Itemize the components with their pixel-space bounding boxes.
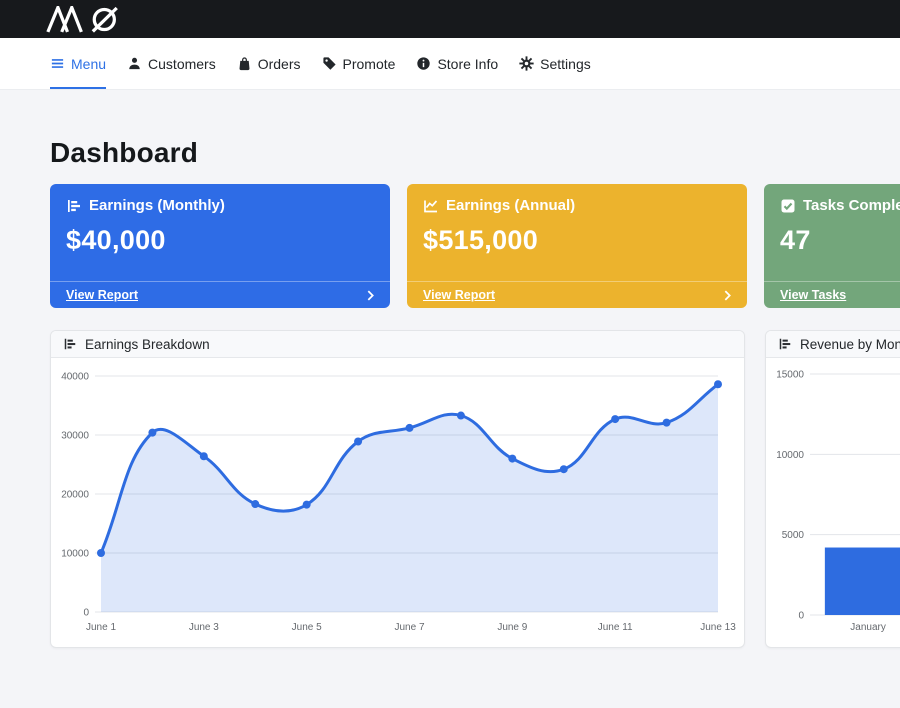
bag-icon xyxy=(237,56,252,71)
stat-card-title-row: Tasks Completed xyxy=(780,197,900,214)
svg-text:June 5: June 5 xyxy=(292,622,322,633)
view-report-link[interactable]: View Report xyxy=(423,288,495,302)
stat-card-value: 47 xyxy=(780,225,900,256)
stat-card-value: $515,000 xyxy=(423,225,731,256)
stat-card-title: Tasks Completed xyxy=(803,197,900,214)
stat-card-footer: View Report xyxy=(407,281,747,308)
svg-text:June 1: June 1 xyxy=(86,622,116,633)
nav-item-promote[interactable]: Promote xyxy=(322,38,396,89)
svg-text:0: 0 xyxy=(83,608,89,619)
stat-card-value: $40,000 xyxy=(66,225,374,256)
stat-card-title: Earnings (Monthly) xyxy=(89,197,225,214)
svg-text:5000: 5000 xyxy=(782,530,805,541)
chart-card-header: Revenue by Month xyxy=(766,331,900,358)
nav-item-label: Orders xyxy=(258,56,301,72)
chevron-right-icon[interactable] xyxy=(724,290,731,301)
svg-text:10000: 10000 xyxy=(61,549,89,560)
revenue-by-month-chart: 0 5000 10000 15000 January xyxy=(766,358,900,648)
stat-card-earnings-monthly: Earnings (Monthly) $40,000 View Report xyxy=(50,184,390,308)
info-icon xyxy=(416,56,431,71)
nav-item-menu[interactable]: Menu xyxy=(50,38,106,89)
revenue-by-month-card: Revenue by Month 0 5000 10000 15000 January xyxy=(765,330,900,648)
stat-card-body: Earnings (Annual) $515,000 xyxy=(407,184,747,281)
nav-item-label: Store Info xyxy=(437,56,498,72)
stat-card-footer: View Report xyxy=(50,281,390,308)
stat-card-title-row: Earnings (Annual) xyxy=(423,197,731,214)
main-nav: Menu Customers Orders Promote Store Info xyxy=(0,38,900,90)
nav-item-store-info[interactable]: Store Info xyxy=(416,38,498,89)
svg-text:June 13: June 13 xyxy=(700,622,736,633)
nav-item-label: Customers xyxy=(148,56,216,72)
svg-text:40000: 40000 xyxy=(61,372,89,383)
stat-card-title: Earnings (Annual) xyxy=(446,197,575,214)
svg-text:15000: 15000 xyxy=(776,370,804,381)
svg-text:June 7: June 7 xyxy=(394,622,424,633)
stat-card-title-row: Earnings (Monthly) xyxy=(66,197,374,214)
stat-card-footer: View Tasks xyxy=(764,281,900,308)
svg-text:June 3: June 3 xyxy=(189,622,219,633)
svg-text:January: January xyxy=(850,622,886,633)
line-chart-icon xyxy=(423,198,439,214)
view-tasks-link[interactable]: View Tasks xyxy=(780,288,846,302)
stat-card-body: Earnings (Monthly) $40,000 xyxy=(50,184,390,281)
bar-chart-icon xyxy=(63,337,77,351)
chart-title: Earnings Breakdown xyxy=(85,337,210,352)
view-report-link[interactable]: View Report xyxy=(66,288,138,302)
stat-cards-row: Earnings (Monthly) $40,000 View Report E… xyxy=(0,184,900,308)
earnings-breakdown-chart: 0 10000 20000 30000 40000 June 1 June 3 June 5 J… xyxy=(51,358,745,648)
gear-icon xyxy=(519,56,534,71)
main-content: Dashboard Earnings (Monthly) $40,000 Vie… xyxy=(0,137,900,648)
svg-text:30000: 30000 xyxy=(61,431,89,442)
nav-item-label: Menu xyxy=(71,56,106,72)
svg-text:0: 0 xyxy=(798,611,804,622)
earnings-breakdown-card: Earnings Breakdown 0 10000 20000 30000 40000… xyxy=(50,330,745,648)
svg-text:20000: 20000 xyxy=(61,490,89,501)
check-square-icon xyxy=(780,198,796,214)
nav-item-settings[interactable]: Settings xyxy=(519,38,591,89)
chevron-right-icon[interactable] xyxy=(367,290,374,301)
stat-card-body: Tasks Completed 47 xyxy=(764,184,900,281)
brand-logo[interactable] xyxy=(45,6,133,33)
nav-item-label: Promote xyxy=(343,56,396,72)
person-icon xyxy=(127,56,142,71)
page-title: Dashboard xyxy=(50,137,900,169)
nav-item-customers[interactable]: Customers xyxy=(127,38,216,89)
svg-text:June 11: June 11 xyxy=(598,622,633,633)
charts-row: Earnings Breakdown 0 10000 20000 30000 40000… xyxy=(0,330,900,648)
stat-card-tasks-completed: Tasks Completed 47 View Tasks xyxy=(764,184,900,308)
chart-card-header: Earnings Breakdown xyxy=(51,331,744,358)
tag-icon xyxy=(322,56,337,71)
brand-logo-icon xyxy=(45,6,133,33)
stat-card-earnings-annual: Earnings (Annual) $515,000 View Report xyxy=(407,184,747,308)
topbar xyxy=(0,0,900,38)
chart-title: Revenue by Month xyxy=(800,337,900,352)
nav-item-label: Settings xyxy=(540,56,591,72)
bar-chart-icon xyxy=(66,198,82,214)
bar-chart-icon xyxy=(778,337,792,351)
svg-text:10000: 10000 xyxy=(776,450,804,461)
hamburger-icon xyxy=(50,56,65,71)
svg-text:June 9: June 9 xyxy=(497,622,527,633)
nav-item-orders[interactable]: Orders xyxy=(237,38,301,89)
